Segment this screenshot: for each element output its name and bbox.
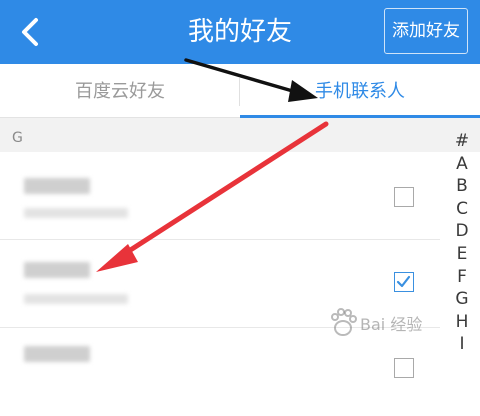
index-letter[interactable]: #: [448, 130, 476, 153]
chevron-left-icon: [22, 18, 38, 46]
select-checkbox[interactable]: [394, 187, 414, 207]
page-title: 我的好友: [187, 17, 292, 47]
index-letter[interactable]: B: [448, 175, 476, 198]
select-checkbox[interactable]: [394, 358, 414, 378]
section-letter: G: [12, 130, 23, 146]
contact-detail-blurred: [24, 208, 128, 218]
add-friend-button[interactable]: 添加好友: [384, 8, 468, 54]
index-letter[interactable]: F: [448, 266, 476, 289]
contact-name-blurred: [24, 178, 90, 194]
tab-baidu-friends[interactable]: 百度云好友: [0, 64, 240, 118]
contact-name-blurred: [24, 262, 90, 278]
contact-detail-blurred: [24, 294, 128, 304]
tab-phone-contacts[interactable]: 手机联系人: [240, 64, 480, 118]
index-letter[interactable]: E: [448, 243, 476, 266]
checkmark-icon: [396, 275, 411, 288]
select-checkbox[interactable]: [394, 272, 414, 292]
tab-bar: 百度云好友 手机联系人: [0, 64, 480, 118]
back-button[interactable]: [14, 14, 48, 50]
baidu-paw-logo: [331, 308, 357, 336]
index-letter[interactable]: C: [448, 198, 476, 221]
header-bar: 我的好友 添加好友: [0, 0, 480, 64]
index-letter[interactable]: D: [448, 220, 476, 243]
contact-row[interactable]: [0, 152, 440, 240]
index-letter[interactable]: A: [448, 153, 476, 176]
watermark: Bai 经验: [360, 315, 423, 334]
section-header: G: [0, 118, 480, 152]
